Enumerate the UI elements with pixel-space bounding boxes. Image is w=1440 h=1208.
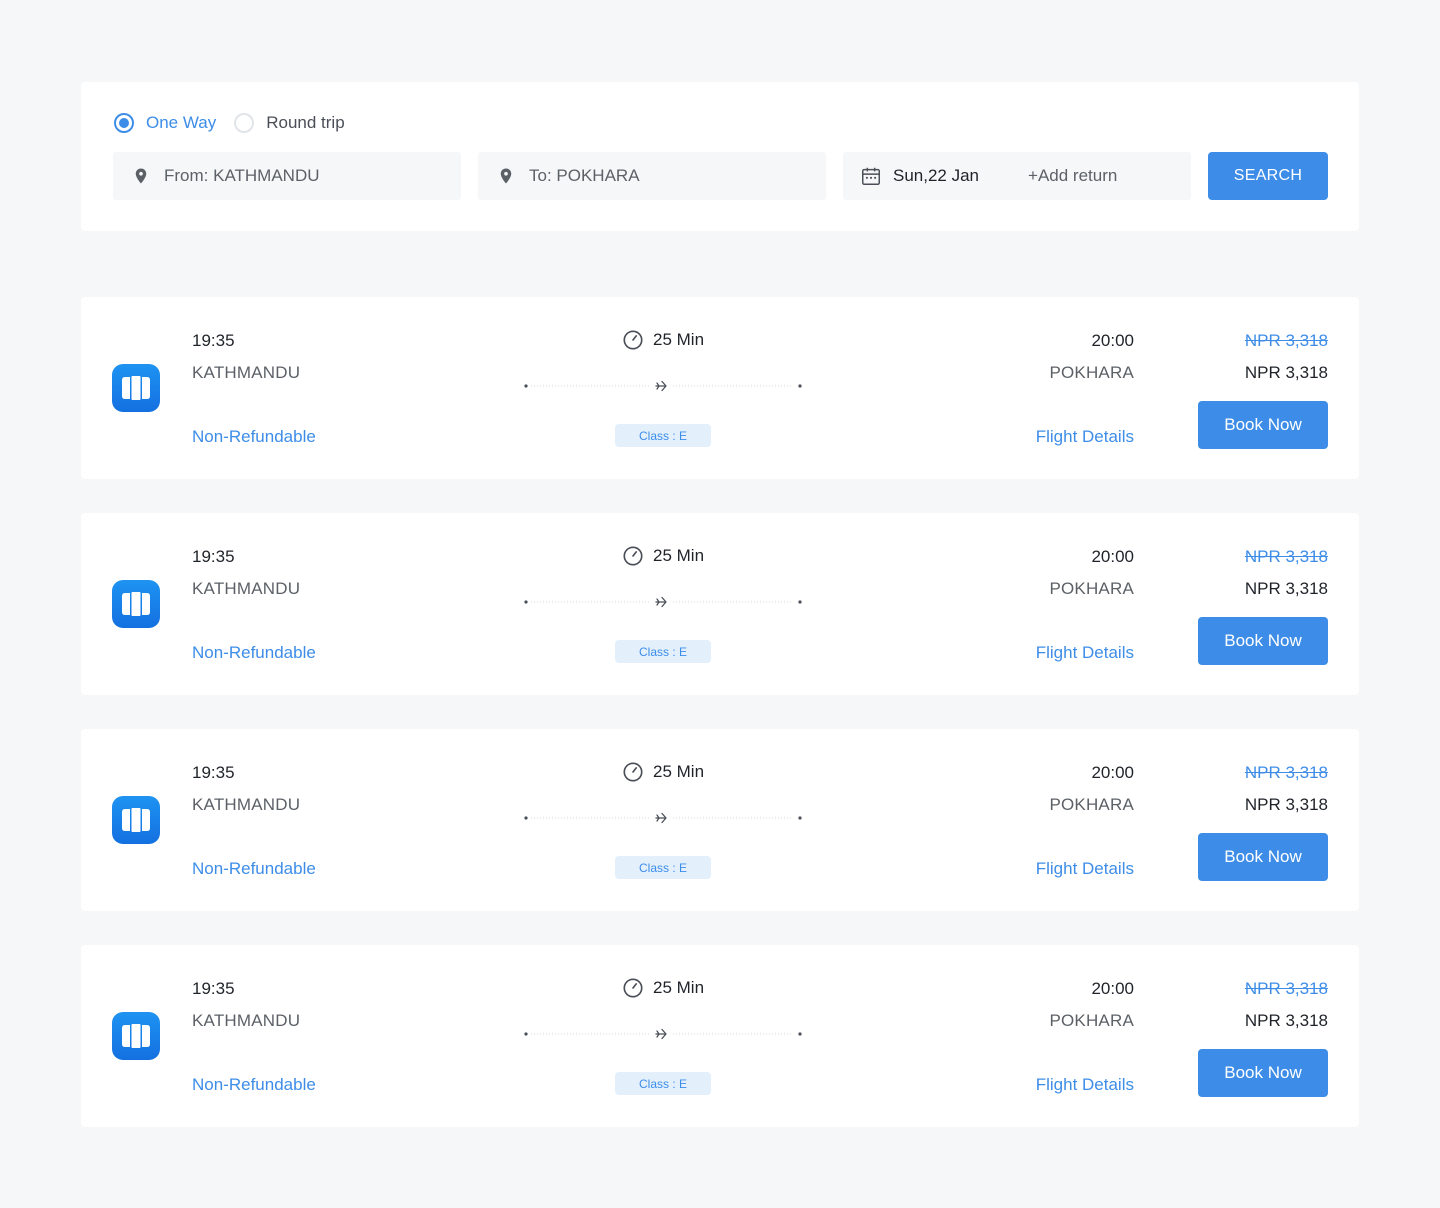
departure-city: KATHMANDU xyxy=(192,1011,301,1030)
from-field[interactable]: From: KATHMANDU xyxy=(113,152,461,200)
add-return-link[interactable]: +Add return xyxy=(1028,166,1117,186)
flight-card: 19:35 KATHMANDU Non-Refundable 25 Min Cl… xyxy=(81,513,1359,695)
arrival-time: 20:00 xyxy=(1091,979,1134,998)
to-value: To: POKHARA xyxy=(529,166,640,185)
book-now-button[interactable]: Book Now xyxy=(1198,833,1328,881)
airline-logo-icon xyxy=(112,796,160,844)
flight-details-link[interactable]: Flight Details xyxy=(1036,427,1134,447)
trip-type-label: Round trip xyxy=(266,113,345,132)
flight-details-link[interactable]: Flight Details xyxy=(1036,643,1134,663)
refund-policy-link[interactable]: Non-Refundable xyxy=(192,643,316,663)
flight-duration: 25 Min xyxy=(622,761,704,783)
book-now-button[interactable]: Book Now xyxy=(1198,401,1328,449)
clock-icon xyxy=(623,546,643,566)
refund-policy-link[interactable]: Non-Refundable xyxy=(192,859,316,879)
clock-icon xyxy=(623,978,643,998)
airplane-icon xyxy=(655,1028,667,1040)
departure-time: 19:35 xyxy=(192,979,235,998)
flight-route-line xyxy=(524,380,802,392)
original-price: NPR 3,318 xyxy=(1244,979,1328,998)
arrival-time: 20:00 xyxy=(1091,331,1134,350)
date-value: Sun,22 Jan xyxy=(893,166,980,185)
departure-time: 19:35 xyxy=(192,547,235,566)
current-price: NPR 3,318 xyxy=(1244,363,1328,382)
original-price: NPR 3,318 xyxy=(1244,763,1328,782)
class-badge: Class : E xyxy=(615,424,711,447)
airplane-icon xyxy=(655,812,667,824)
location-pin-icon xyxy=(500,168,512,184)
refund-policy-link[interactable]: Non-Refundable xyxy=(192,427,316,447)
airline-logo-icon xyxy=(112,1012,160,1060)
refund-policy-link[interactable]: Non-Refundable xyxy=(192,1075,316,1095)
from-value: From: KATHMANDU xyxy=(164,166,320,185)
to-field[interactable]: To: POKHARA xyxy=(478,152,826,200)
current-price: NPR 3,318 xyxy=(1244,579,1328,598)
clock-icon xyxy=(623,762,643,782)
flight-details-link[interactable]: Flight Details xyxy=(1036,1075,1134,1095)
arrival-time: 20:00 xyxy=(1091,547,1134,566)
arrival-time: 20:00 xyxy=(1091,763,1134,782)
airplane-icon xyxy=(655,380,667,392)
flight-duration: 25 Min xyxy=(622,329,704,351)
trip-type-label: One Way xyxy=(146,113,217,132)
date-field[interactable]: Sun,22 Jan +Add return xyxy=(843,152,1191,200)
departure-time: 19:35 xyxy=(192,331,235,350)
arrival-city: POKHARA xyxy=(1049,1011,1134,1030)
airline-logo-icon xyxy=(112,364,160,412)
duration-value: 25 Min xyxy=(653,978,705,997)
location-pin-icon xyxy=(135,168,147,184)
original-price: NPR 3,318 xyxy=(1244,331,1328,350)
arrival-city: POKHARA xyxy=(1049,363,1134,382)
duration-value: 25 Min xyxy=(653,330,705,349)
radio-unchecked-icon[interactable] xyxy=(234,113,255,133)
flight-duration: 25 Min xyxy=(622,977,704,999)
departure-city: KATHMANDU xyxy=(192,795,301,814)
original-price: NPR 3,318 xyxy=(1244,547,1328,566)
arrival-city: POKHARA xyxy=(1049,579,1134,598)
trip-type-selector: One Way Round trip xyxy=(114,113,363,133)
duration-value: 25 Min xyxy=(653,762,705,781)
search-button[interactable]: SEARCH xyxy=(1208,152,1328,200)
flight-route-line xyxy=(524,812,802,824)
class-badge: Class : E xyxy=(615,856,711,879)
departure-city: KATHMANDU xyxy=(192,363,301,382)
clock-icon xyxy=(623,330,643,350)
arrival-city: POKHARA xyxy=(1049,795,1134,814)
current-price: NPR 3,318 xyxy=(1244,1011,1328,1030)
flight-route-line xyxy=(524,596,802,608)
current-price: NPR 3,318 xyxy=(1244,795,1328,814)
duration-value: 25 Min xyxy=(653,546,705,565)
book-now-button[interactable]: Book Now xyxy=(1198,1049,1328,1097)
trip-type-one-way[interactable]: One Way xyxy=(114,113,216,133)
flight-card: 19:35 KATHMANDU Non-Refundable 25 Min Cl… xyxy=(81,297,1359,479)
calendar-icon xyxy=(862,167,880,185)
search-panel: One Way Round trip From: KATHMANDU To: P… xyxy=(81,82,1359,231)
airplane-icon xyxy=(655,596,667,608)
airline-logo-icon xyxy=(112,580,160,628)
flight-duration: 25 Min xyxy=(622,545,704,567)
class-badge: Class : E xyxy=(615,640,711,663)
flight-card: 19:35 KATHMANDU Non-Refundable 25 Min Cl… xyxy=(81,729,1359,911)
flight-details-link[interactable]: Flight Details xyxy=(1036,859,1134,879)
flight-card: 19:35 KATHMANDU Non-Refundable 25 Min Cl… xyxy=(81,945,1359,1127)
departure-city: KATHMANDU xyxy=(192,579,301,598)
radio-checked-icon[interactable] xyxy=(114,113,134,133)
departure-time: 19:35 xyxy=(192,763,235,782)
book-now-button[interactable]: Book Now xyxy=(1198,617,1328,665)
trip-type-round-trip[interactable]: Round trip xyxy=(234,113,345,133)
flight-route-line xyxy=(524,1028,802,1040)
class-badge: Class : E xyxy=(615,1072,711,1095)
